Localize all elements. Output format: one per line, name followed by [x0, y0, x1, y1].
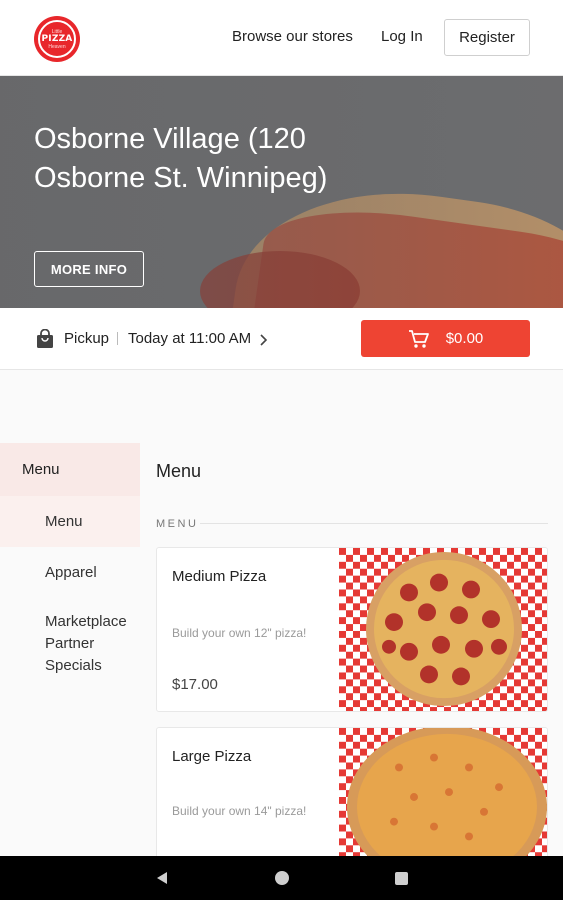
cart-total: $0.00 — [445, 330, 484, 347]
sidebar-item-marketplace[interactable]: Marketplace Partner Specials — [0, 599, 140, 677]
product-description: Build your own 14" pizza! — [172, 804, 307, 818]
menu-sidebar: Menu Menu Apparel Marketplace Partner Sp… — [0, 443, 140, 677]
order-bar: Pickup Today at 11:00 AM $0.00 — [0, 308, 563, 370]
store-hero: Osborne Village (120 Osborne St. Winnipe… — [0, 76, 563, 308]
brand-logo[interactable]: Little PIZZA Heaven — [34, 16, 80, 62]
more-info-button[interactable]: MORE INFO — [34, 251, 144, 287]
home-icon[interactable] — [275, 871, 289, 885]
shopping-bag-icon — [37, 329, 53, 348]
divider — [117, 332, 118, 345]
cart-icon — [408, 329, 429, 348]
cart-button[interactable]: $0.00 — [361, 320, 530, 357]
top-bar: Little PIZZA Heaven Browse our stores Lo… — [0, 0, 563, 76]
sidebar-item-menu[interactable]: Menu — [0, 496, 140, 547]
back-icon[interactable] — [155, 871, 169, 885]
browse-stores-link[interactable]: Browse our stores — [232, 28, 353, 45]
login-link[interactable]: Log In — [381, 28, 423, 45]
pickup-mode[interactable]: Pickup — [64, 330, 109, 347]
product-description: Build your own 12" pizza! — [172, 626, 307, 640]
sidebar-item-apparel[interactable]: Apparel — [0, 547, 140, 599]
product-card-large-pizza[interactable]: Large Pizza Build your own 14" pizza! — [156, 727, 548, 867]
product-card-medium-pizza[interactable]: Medium Pizza Build your own 12" pizza! $… — [156, 547, 548, 712]
recent-apps-icon[interactable] — [395, 872, 408, 885]
menu-title: Menu — [156, 461, 202, 481]
sidebar-heading[interactable]: Menu — [0, 443, 140, 496]
product-name: Large Pizza — [172, 748, 252, 765]
register-button[interactable]: Register — [444, 19, 530, 56]
pepperoni-pizza-image — [339, 548, 547, 711]
product-name: Medium Pizza — [172, 568, 267, 585]
section-divider — [200, 523, 548, 524]
cheese-pizza-image — [339, 728, 547, 866]
product-price: $17.00 — [172, 676, 218, 693]
store-title: Osborne Village (120 Osborne St. Winnipe… — [34, 123, 328, 194]
section-label: MENU — [156, 518, 199, 530]
system-nav-bar — [0, 856, 563, 900]
chevron-right-icon[interactable] — [258, 330, 270, 348]
pickup-time[interactable]: Today at 11:00 AM — [128, 330, 251, 347]
